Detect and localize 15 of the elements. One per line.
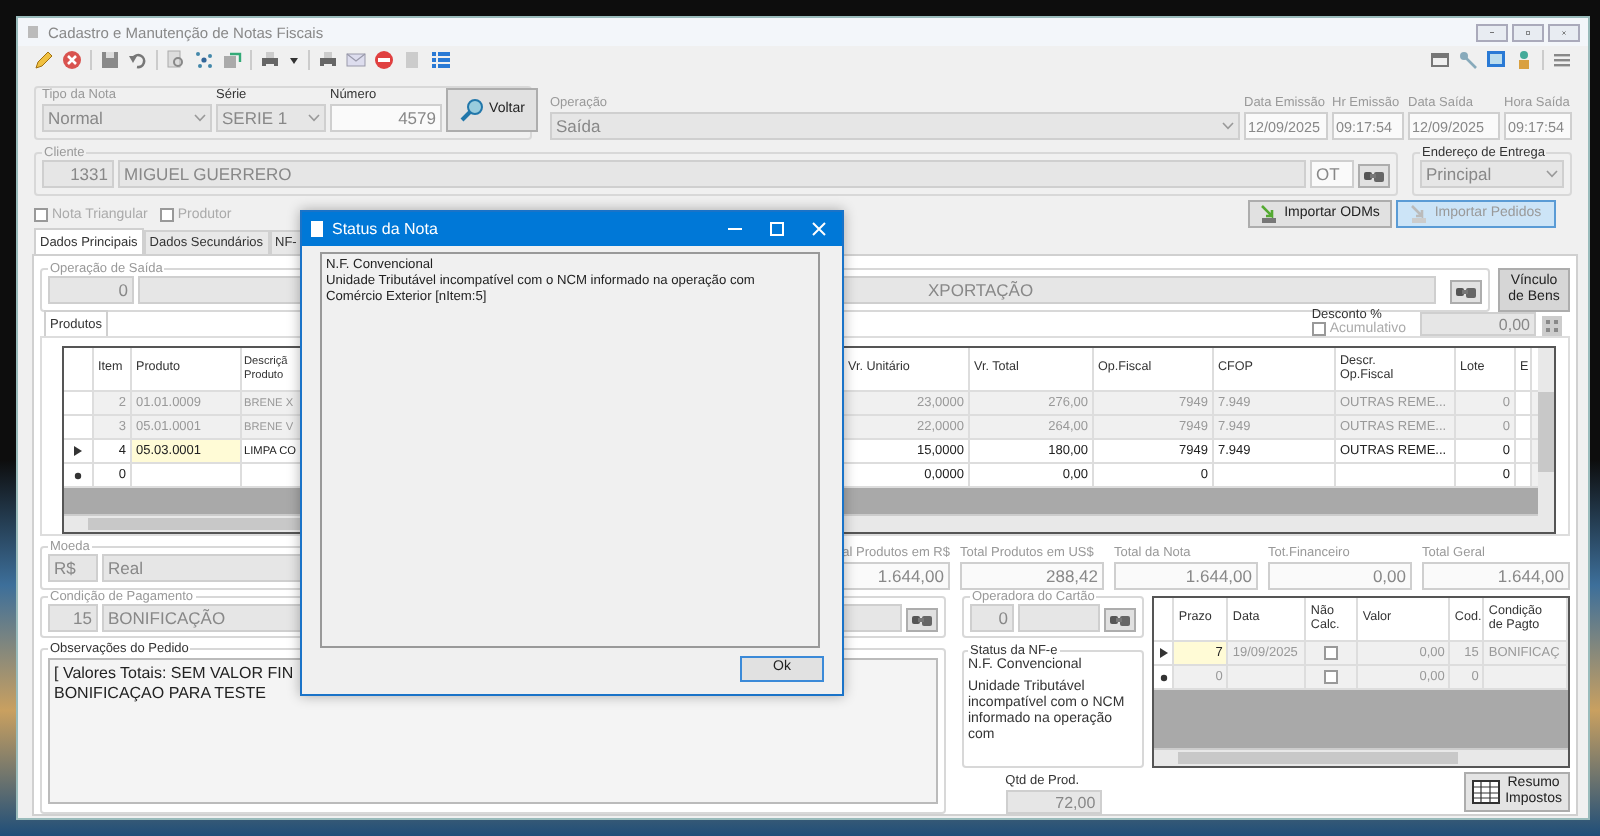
total-field: 288,42 [960,562,1104,590]
discount-field: 0,00 [1420,312,1536,336]
total-field: 1.644,00 [1422,562,1570,590]
total-field: 0,00 [1268,562,1412,590]
quantity-field: 72,00 [1005,790,1102,814]
dialog-title: Status da Nota [332,220,438,238]
total-field: 1.644,00 [1114,562,1258,590]
card-code-field: 0 [969,604,1014,632]
operation-code-field: 0 [48,276,134,304]
client-code-field: 1331 [42,160,114,188]
code-field: OT [1310,160,1355,188]
currency-code-field: R$ [48,554,98,582]
number-field: 4579 [330,104,442,132]
client-name-field: MIGUEL GUERRERO [118,160,1307,188]
payment-code-field: 15 [48,604,98,632]
